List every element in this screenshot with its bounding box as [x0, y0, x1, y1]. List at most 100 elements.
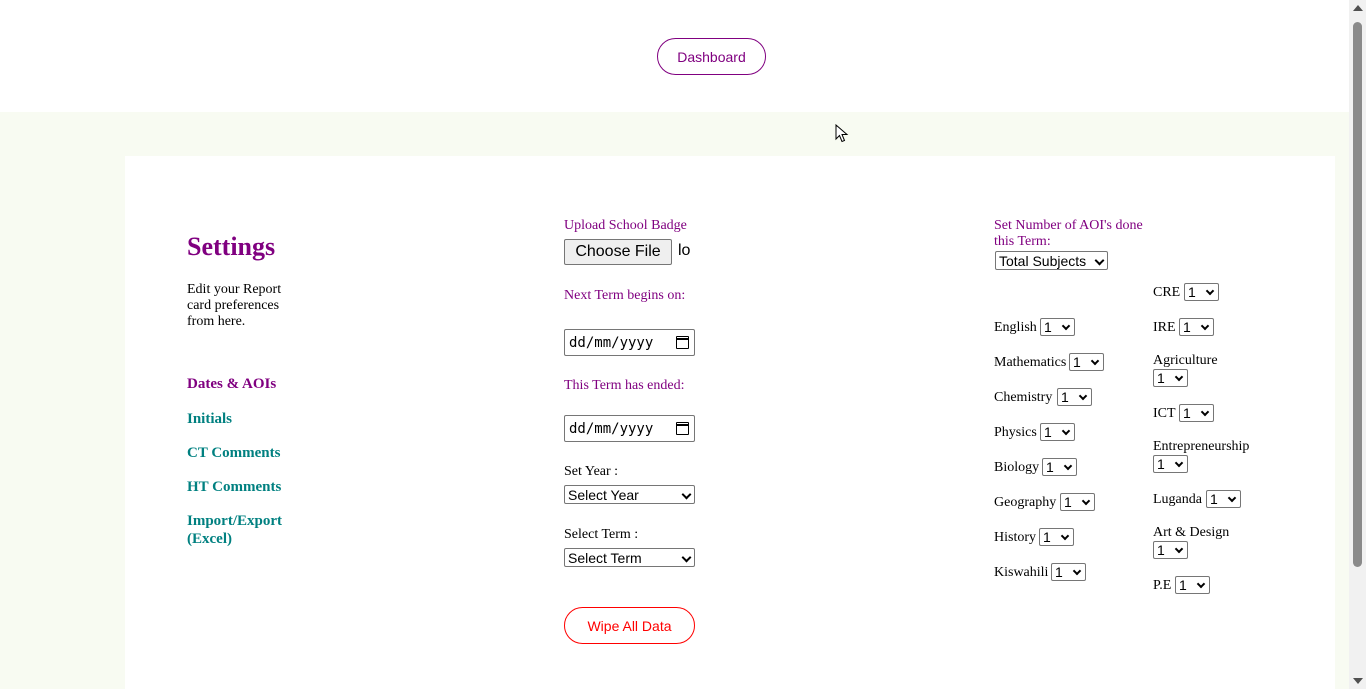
- subject-label-mathematics: Mathematics: [994, 355, 1067, 370]
- aoi-select-value: 1: [1073, 354, 1081, 370]
- scroll-up-arrow-icon[interactable]: [1353, 5, 1363, 11]
- calendar-icon[interactable]: [676, 422, 689, 435]
- wipe-all-data-button[interactable]: Wipe All Data: [564, 607, 695, 644]
- top-bar: Dashboard: [0, 0, 1349, 112]
- aoi-select-value: 1: [1183, 405, 1191, 421]
- subject-label-geography: Geography: [994, 495, 1057, 510]
- chevron-down-icon: [1090, 356, 1100, 366]
- mouse-cursor-icon: [835, 124, 849, 143]
- chevron-down-icon: [1063, 461, 1073, 471]
- aoi-select-value: 1: [1188, 284, 1196, 300]
- chevron-down-icon: [1094, 255, 1105, 266]
- total-subjects-value: Total Subjects: [999, 252, 1087, 269]
- chevron-down-icon: [1060, 531, 1070, 541]
- aoi-select-value: 1: [1043, 529, 1051, 545]
- year-select[interactable]: Select Year: [564, 485, 695, 504]
- chevron-down-icon: [1174, 544, 1184, 554]
- upload-badge-label: Upload School Badge: [564, 218, 687, 233]
- aoi-select-agriculture[interactable]: 1: [1153, 369, 1188, 387]
- subject-label-history: History: [994, 530, 1036, 545]
- settings-description: Edit your Report card preferences from h…: [187, 282, 282, 329]
- aoi-select-value: 1: [1044, 424, 1052, 440]
- aoi-select-value: 1: [1044, 319, 1052, 335]
- chevron-down-icon: [1072, 566, 1082, 576]
- aoi-select-cre[interactable]: 1: [1184, 283, 1219, 301]
- next-term-date-input[interactable]: dd/mm/yyyy: [564, 329, 695, 356]
- vertical-scrollbar[interactable]: [1349, 0, 1366, 689]
- subject-label-agriculture: Agriculture: [1153, 353, 1218, 368]
- aoi-select-english[interactable]: 1: [1040, 318, 1075, 336]
- chevron-down-icon: [1200, 321, 1210, 331]
- aoi-select-value: 1: [1157, 542, 1165, 558]
- term-select[interactable]: Select Term: [564, 548, 695, 567]
- subject-label-kiswahili: Kiswahili: [994, 565, 1049, 580]
- aoi-select-value: 1: [1179, 577, 1187, 593]
- aoi-select-value: 1: [1157, 456, 1165, 472]
- chevron-down-icon: [681, 552, 692, 563]
- aoi-select-value: 1: [1046, 459, 1054, 475]
- aoi-select-ire[interactable]: 1: [1179, 318, 1214, 336]
- term-ended-date-value: dd/mm/yyyy: [569, 420, 654, 437]
- aoi-select-history[interactable]: 1: [1039, 528, 1074, 546]
- aoi-select-physics[interactable]: 1: [1040, 423, 1075, 441]
- set-year-label: Set Year :: [564, 464, 619, 479]
- subject-label-art-design: Art & Design: [1153, 525, 1230, 540]
- aoi-select-entrepreneurship[interactable]: 1: [1153, 455, 1188, 473]
- aoi-select-mathematics[interactable]: 1: [1069, 353, 1104, 371]
- calendar-icon[interactable]: [676, 336, 689, 349]
- next-term-label: Next Term begins on:: [564, 288, 686, 303]
- next-term-date-value: dd/mm/yyyy: [569, 334, 654, 351]
- nav-import-export[interactable]: Import/Export (Excel): [187, 512, 297, 548]
- chevron-down-icon: [1061, 321, 1071, 331]
- chevron-down-icon: [1200, 407, 1210, 417]
- select-term-label: Select Term :: [564, 527, 639, 542]
- chevron-down-icon: [1174, 372, 1184, 382]
- file-status-text: lo: [678, 242, 690, 259]
- dashboard-button[interactable]: Dashboard: [657, 38, 766, 75]
- aoi-select-value: 1: [1064, 494, 1072, 510]
- aoi-select-kiswahili[interactable]: 1: [1051, 563, 1086, 581]
- total-subjects-select[interactable]: Total Subjects: [995, 251, 1108, 270]
- aoi-select-value: 1: [1061, 389, 1069, 405]
- chevron-down-icon: [1205, 286, 1215, 296]
- aoi-select-ict[interactable]: 1: [1179, 404, 1214, 422]
- aoi-select-value: 1: [1183, 319, 1191, 335]
- nav-initials[interactable]: Initials: [187, 410, 232, 428]
- subject-label-biology: Biology: [994, 460, 1040, 475]
- chevron-down-icon: [1227, 493, 1237, 503]
- subject-label-ict: ICT: [1153, 406, 1176, 421]
- chevron-down-icon: [1081, 496, 1091, 506]
- nav-ct-comments[interactable]: CT Comments: [187, 444, 280, 462]
- chevron-down-icon: [1078, 391, 1088, 401]
- choose-file-button[interactable]: Choose File: [564, 239, 672, 265]
- chevron-down-icon: [1061, 426, 1071, 436]
- subject-label-physics: Physics: [994, 425, 1037, 440]
- scrollbar-thumb[interactable]: [1353, 22, 1362, 567]
- chevron-down-icon: [681, 489, 692, 500]
- subject-label-pe: P.E: [1153, 578, 1172, 593]
- aoi-select-value: 1: [1157, 370, 1165, 386]
- subject-label-entrepreneurship: Entrepreneurship: [1153, 439, 1250, 454]
- term-ended-date-input[interactable]: dd/mm/yyyy: [564, 415, 695, 442]
- aoi-select-value: 1: [1055, 564, 1063, 580]
- aoi-select-value: 1: [1210, 491, 1218, 507]
- nav-dates-aois[interactable]: Dates & AOIs: [187, 375, 276, 393]
- scroll-down-arrow-icon[interactable]: [1353, 678, 1363, 684]
- aoi-select-luganda[interactable]: 1: [1206, 490, 1241, 508]
- subject-label-chemistry: Chemistry: [994, 390, 1053, 405]
- subject-label-english: English: [994, 320, 1037, 335]
- aoi-title: Set Number of AOI's done this Term:: [994, 218, 1143, 249]
- page-title: Settings: [187, 232, 276, 261]
- subject-label-cre: CRE: [1153, 285, 1181, 300]
- aoi-select-geography[interactable]: 1: [1060, 493, 1095, 511]
- subject-label-ire: IRE: [1153, 320, 1176, 335]
- nav-ht-comments[interactable]: HT Comments: [187, 478, 281, 496]
- aoi-select-biology[interactable]: 1: [1042, 458, 1077, 476]
- aoi-select-pe[interactable]: 1: [1175, 576, 1210, 594]
- year-select-value: Select Year: [568, 486, 639, 503]
- aoi-select-art-design[interactable]: 1: [1153, 541, 1188, 559]
- subject-label-luganda: Luganda: [1153, 492, 1202, 507]
- aoi-select-chemistry[interactable]: 1: [1057, 388, 1092, 406]
- term-select-value: Select Term: [568, 549, 642, 566]
- chevron-down-icon: [1196, 579, 1206, 589]
